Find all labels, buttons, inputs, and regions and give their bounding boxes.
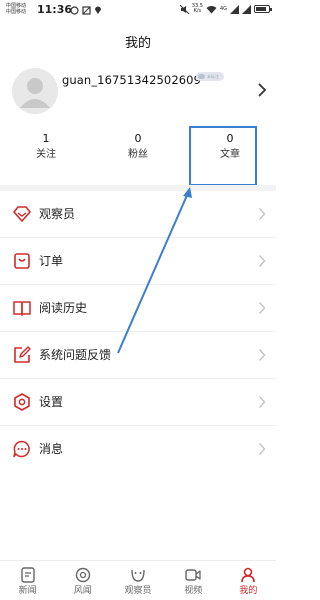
- location-icon: [95, 6, 101, 14]
- menu-item-observer[interactable]: 观察员: [0, 191, 276, 238]
- status-notification-icons: [70, 5, 102, 15]
- order-icon: [14, 253, 30, 269]
- chevron-right-icon: [258, 349, 266, 361]
- observer-icon: [131, 569, 145, 582]
- mute-icon: [179, 4, 189, 14]
- block-icon: [82, 5, 91, 15]
- status-bar: 中国移动 中国移动 11:36 33.5 K/s 4G: [0, 0, 276, 22]
- bottom-nav: 新闻 风闻 观察员 视频 我的: [0, 560, 276, 600]
- signal-icon-1: [230, 4, 239, 14]
- menu-item-label: 系统问题反馈: [39, 348, 112, 362]
- nav-tab-news[interactable]: 新闻: [0, 561, 55, 600]
- status-time: 11:36: [37, 3, 73, 16]
- chat-icon: [13, 440, 30, 458]
- page-title: 我的: [124, 36, 151, 51]
- diamond-icon: [13, 206, 31, 222]
- menu-item-label: 阅读历史: [39, 301, 88, 315]
- menu-item-reading-history[interactable]: 阅读历史: [0, 285, 276, 332]
- nav-tab-label: 观察员: [124, 586, 152, 596]
- chevron-right-icon: [258, 396, 266, 408]
- chevron-right-icon: [258, 443, 266, 455]
- person-icon: [241, 567, 256, 583]
- menu-item-messages[interactable]: 消息: [0, 426, 276, 473]
- annotation-highlight-box: [189, 126, 257, 186]
- video-icon: [185, 569, 201, 581]
- signal-label: 4G: [219, 6, 227, 12]
- news-icon: [20, 567, 35, 583]
- stat-following[interactable]: 1 关注: [0, 132, 92, 163]
- alarm-icon: [70, 5, 79, 15]
- nav-tab-feed[interactable]: 风闻: [55, 561, 110, 600]
- menu-list: 观察员 订单 阅读历史 系统问题反馈 设置 消息: [0, 191, 276, 473]
- menu-item-settings[interactable]: 设置: [0, 379, 276, 426]
- stat-followers-count: 0: [134, 132, 142, 145]
- network-speed-unit: K/s: [193, 8, 202, 14]
- battery-icon: [254, 5, 272, 13]
- default-avatar-icon: [20, 78, 50, 108]
- nav-tab-video[interactable]: 视频: [166, 561, 221, 600]
- chevron-right-icon: [258, 302, 266, 314]
- nav-tab-label: 我的: [239, 586, 258, 596]
- stat-following-count: 1: [42, 132, 50, 145]
- profile-chevron-icon[interactable]: [256, 82, 268, 98]
- stat-followers[interactable]: 0 粉丝: [92, 132, 184, 163]
- menu-item-feedback[interactable]: 系统问题反馈: [0, 332, 276, 379]
- wifi-icon: [206, 5, 217, 13]
- menu-item-label: 消息: [39, 442, 64, 456]
- carrier-line-2: 中国移动: [6, 9, 27, 15]
- signal-icon-2: [242, 4, 251, 14]
- book-icon: [13, 301, 31, 316]
- menu-item-label: 设置: [39, 395, 64, 409]
- nav-tab-label: 风闻: [73, 586, 92, 596]
- feed-icon: [75, 567, 90, 583]
- stat-following-label: 关注: [36, 149, 56, 160]
- menu-item-label: 观察员: [39, 207, 76, 221]
- network-speed: 33.5 K/s: [192, 4, 203, 14]
- menu-item-label: 订单: [39, 254, 64, 268]
- nav-tab-label: 视频: [184, 586, 203, 596]
- chevron-right-icon: [258, 208, 266, 220]
- chevron-right-icon: [258, 255, 266, 267]
- level-badge: 未标注: [196, 72, 224, 81]
- nav-tab-label: 新闻: [18, 586, 37, 596]
- nav-tab-observer[interactable]: 观察员: [110, 561, 165, 600]
- carrier-info: 中国移动 中国移动: [6, 3, 26, 15]
- nav-tab-mine[interactable]: 我的: [221, 561, 276, 600]
- username[interactable]: guan_16751342502609: [62, 73, 201, 87]
- gear-icon: [14, 393, 30, 411]
- edit-icon: [14, 346, 31, 363]
- avatar[interactable]: [12, 68, 58, 114]
- status-system-icons: 33.5 K/s 4G: [179, 4, 272, 14]
- menu-item-orders[interactable]: 订单: [0, 238, 276, 285]
- stat-followers-label: 粉丝: [128, 149, 148, 160]
